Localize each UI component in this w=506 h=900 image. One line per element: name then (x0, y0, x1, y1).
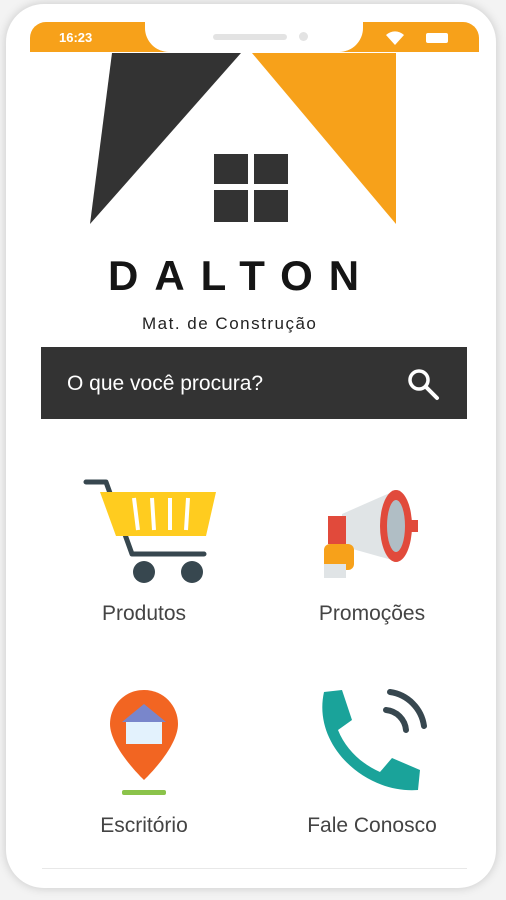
menu-item-promocoes[interactable]: Promoções (282, 474, 462, 664)
phone-frame: 16:23 DALTON Mat. de Construção O que vo… (6, 4, 496, 888)
menu-item-fale-conosco[interactable]: Fale Conosco (282, 686, 462, 872)
search-icon[interactable] (406, 367, 440, 401)
menu-label: Escritório (100, 814, 188, 837)
app-screen: 16:23 DALTON Mat. de Construção O que vo… (30, 22, 479, 872)
shopping-cart-icon (83, 479, 216, 583)
bottom-divider (42, 868, 467, 869)
phone-icon (322, 689, 427, 791)
search-bar[interactable] (41, 347, 467, 419)
search-input[interactable] (65, 365, 389, 403)
menu-label: Promoções (318, 602, 426, 625)
brand-tagline: Mat. de Construção (142, 314, 318, 333)
menu-item-escritorio[interactable]: Escritório (54, 686, 234, 872)
house-logo (90, 53, 396, 224)
menu-label: Fale Conosco (307, 814, 437, 837)
menu-label: Produtos (101, 602, 187, 625)
brand-name: DALTON (108, 252, 376, 299)
location-pin-icon (110, 690, 178, 795)
menu-item-produtos[interactable]: Produtos (54, 474, 234, 664)
megaphone-icon (324, 490, 418, 578)
